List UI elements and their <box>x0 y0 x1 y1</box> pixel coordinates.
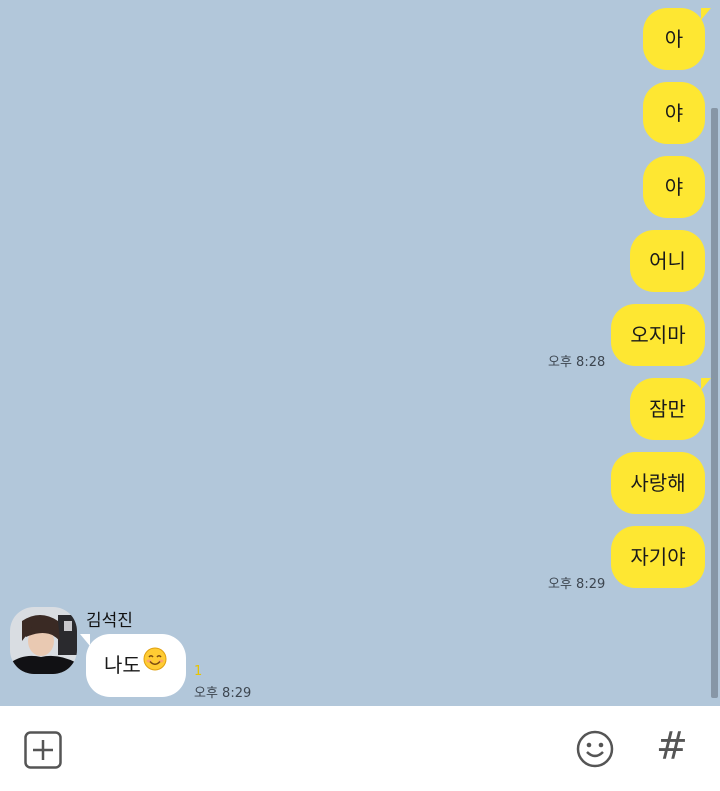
chat-area[interactable]: 아 야 야 어니 오지마 오후 8:28 잠만 사랑해 자기야 오후 8:29 … <box>0 0 720 706</box>
message-text: 아 <box>664 27 684 51</box>
message-bubble-outgoing[interactable]: 야 <box>643 156 705 218</box>
message-bubble-outgoing[interactable]: 사랑해 <box>611 452 705 514</box>
message-text: 잠만 <box>649 397 686 421</box>
smiley-icon[interactable] <box>576 730 614 772</box>
message-timestamp: 오후 8:29 <box>548 577 606 592</box>
message-bubble-incoming[interactable]: 나도 <box>86 634 186 697</box>
message-bubble-outgoing[interactable]: 자기야 <box>611 526 705 588</box>
message-text: 어니 <box>649 249 686 273</box>
message-timestamp: 오후 8:28 <box>548 355 606 370</box>
input-bar: # <box>0 706 720 791</box>
hashtag-glyph: # <box>656 724 688 768</box>
message-bubble-outgoing[interactable]: 어니 <box>630 230 705 292</box>
message-bubble-outgoing[interactable]: 야 <box>643 82 705 144</box>
hashtag-icon[interactable]: # <box>656 724 688 768</box>
message-text: 야 <box>664 101 684 125</box>
unread-count: 1 <box>194 664 203 679</box>
scrollbar[interactable] <box>711 108 718 698</box>
message-text: 나도 <box>104 653 141 677</box>
bubble-tail <box>80 634 90 646</box>
message-bubble-outgoing[interactable]: 잠만 <box>630 378 705 440</box>
message-text: 오지마 <box>630 323 686 347</box>
plus-square-icon[interactable] <box>24 731 62 773</box>
message-text: 사랑해 <box>630 471 686 495</box>
message-text: 자기야 <box>630 545 686 569</box>
message-timestamp: 오후 8:29 <box>194 686 252 701</box>
avatar[interactable] <box>10 607 77 674</box>
message-text: 야 <box>664 175 684 199</box>
avatar-image <box>10 607 77 674</box>
bubble-tail <box>701 378 711 390</box>
bubble-tail <box>701 8 711 20</box>
message-bubble-outgoing[interactable]: 아 <box>643 8 705 70</box>
sender-name: 김석진 <box>86 611 133 631</box>
message-bubble-outgoing[interactable]: 오지마 <box>611 304 705 366</box>
smiling-face-emoji <box>143 633 167 696</box>
